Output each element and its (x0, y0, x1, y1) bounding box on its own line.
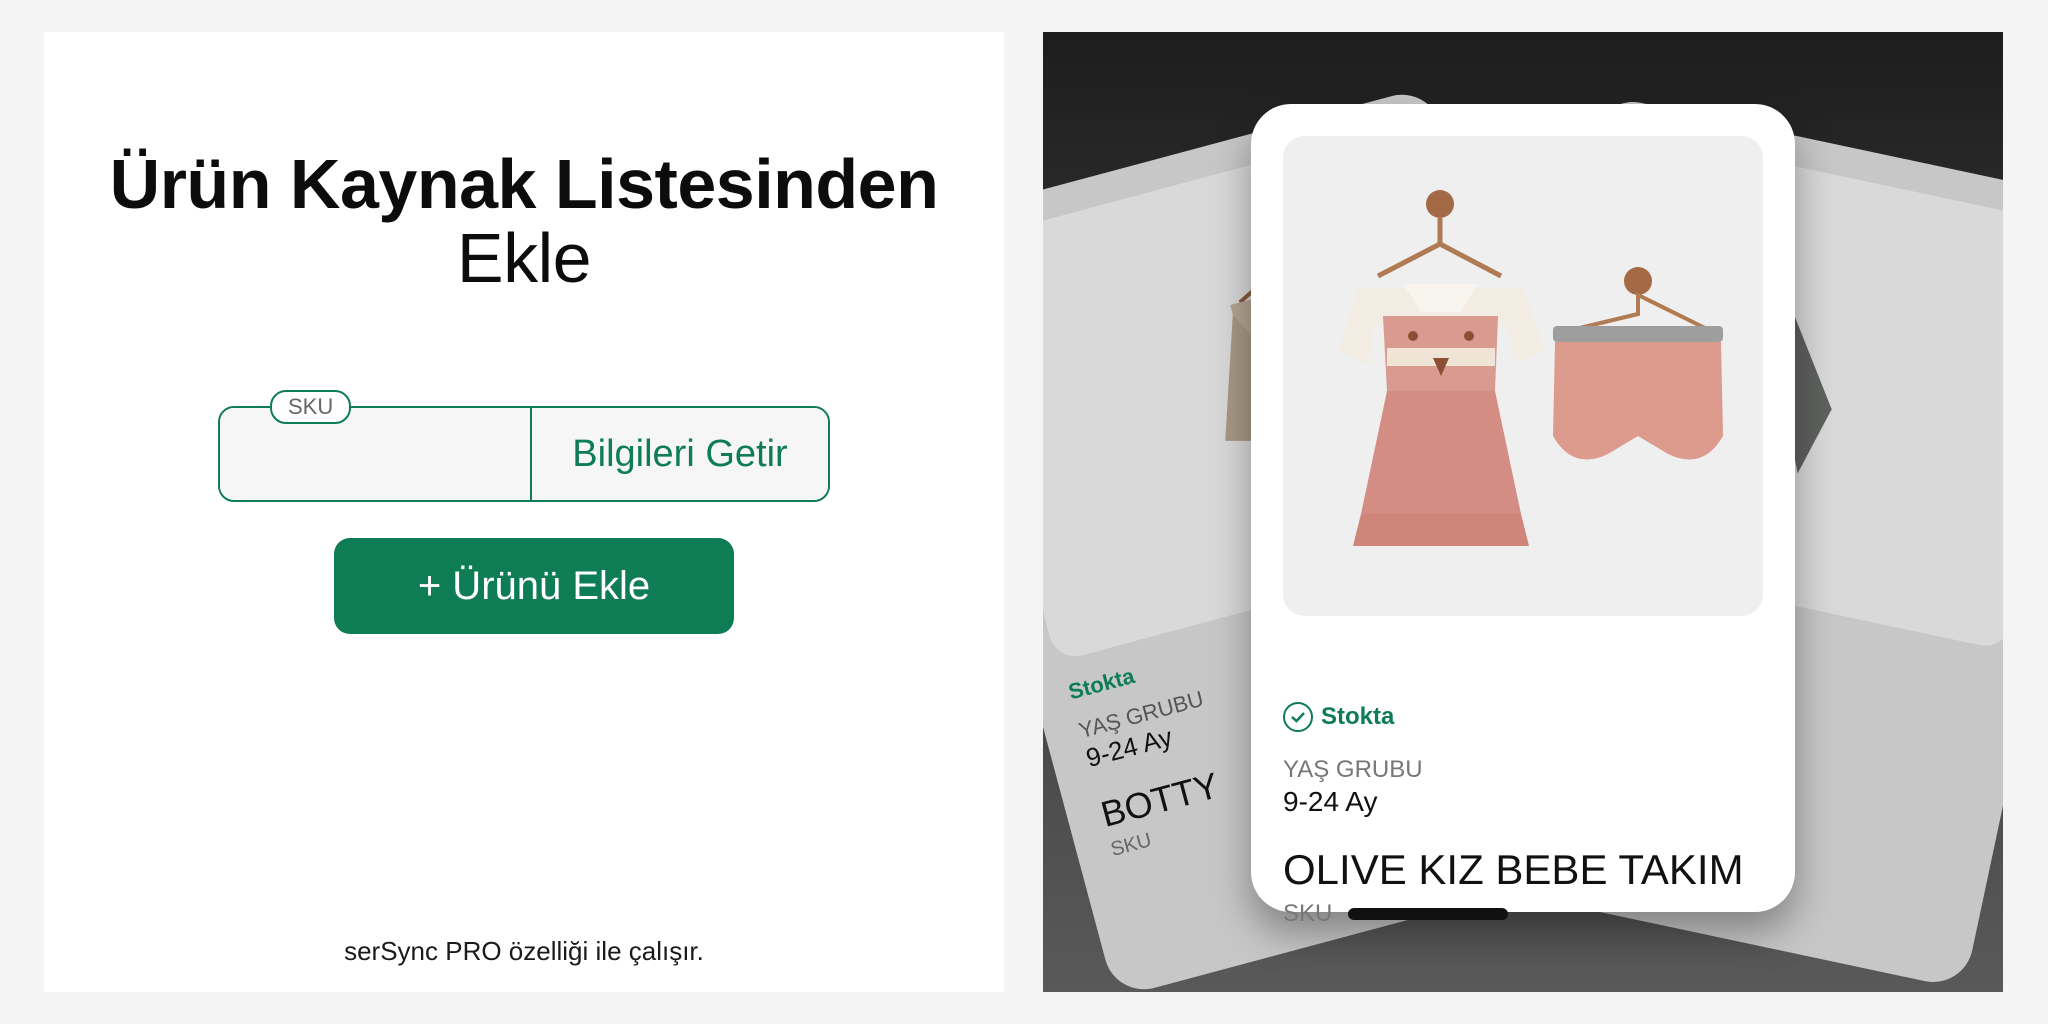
sku-row: SKU (1283, 900, 1509, 928)
sku-redacted-bar (1348, 908, 1509, 920)
sku-field-label: SKU (270, 390, 352, 424)
add-product-button[interactable]: + Ürünü Ekle (334, 538, 734, 634)
stock-label: Stokta (1321, 703, 1395, 730)
age-group-value: 9-24 Ay (1283, 786, 1378, 817)
age-group-label: YAŞ GRUBU (1283, 756, 1423, 783)
product-name: OLIVE KIZ BEBE TAKIM (1283, 846, 1744, 893)
sku-input[interactable] (220, 408, 532, 500)
pro-feature-note: serSync PRO özelliği ile çalışır. (344, 936, 704, 966)
title-bold: Ürün Kaynak Listesinden (109, 145, 939, 223)
fetch-info-button[interactable]: Bilgileri Getir (532, 408, 828, 500)
right-panel-preview: Stokta YAŞ GRUBU 9-24 Ay BOTTY SKU Stokt… (1043, 32, 2003, 992)
sku-input-group: SKU Bilgileri Getir (218, 390, 830, 502)
title-normal: Ekle (456, 219, 592, 297)
sku-label: SKU (1283, 900, 1333, 927)
check-circle-icon (1283, 702, 1313, 732)
page-title: Ürün Kaynak Listesinden Ekle (44, 147, 1004, 295)
product-photo (1283, 136, 1763, 616)
product-card: Stokta YAŞ GRUBU 9-24 Ay OLIVE KIZ BEBE … (1251, 104, 1795, 927)
left-panel: Ürün Kaynak Listesinden Ekle SKU Bilgile… (44, 32, 1004, 992)
back-card-text: Stokta YAŞ GRUBU 9-24 Ay BOTTY SKU (1066, 647, 1238, 862)
stock-status: Stokta (1283, 702, 1394, 732)
dress-set-image (1283, 136, 1763, 616)
